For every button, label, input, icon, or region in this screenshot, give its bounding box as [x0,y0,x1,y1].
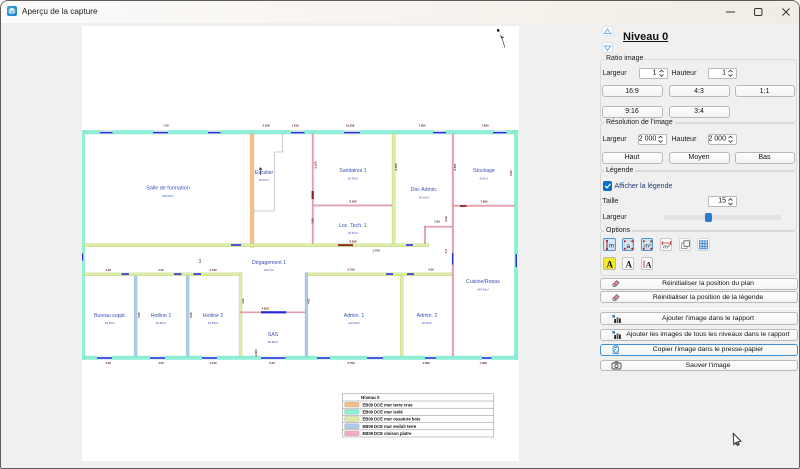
svg-text:1.9: 1.9 [444,249,448,253]
svg-text:148.33m²: 148.33m² [477,288,489,292]
svg-text:Sanitaires 1: Sanitaires 1 [339,168,367,174]
svg-text:1.84: 1.84 [434,220,440,224]
svg-text:63.25m²: 63.25m² [105,321,115,325]
svg-text:Admin. 2: Admin. 2 [417,313,438,319]
svg-text:5.758: 5.758 [348,268,355,272]
svg-text:7.498: 7.498 [480,361,487,365]
svg-text:4.479: 4.479 [210,361,217,365]
svg-text:8.050: 8.050 [394,163,398,170]
svg-text:a: a [626,243,630,250]
svg-text:8.05: 8.05 [137,312,141,318]
svg-text:Escalier: Escalier [255,170,274,176]
svg-text:68.85m²: 68.85m² [268,340,278,344]
svg-text:8.05: 8.05 [189,312,193,318]
svg-text:m²: m² [644,244,651,250]
svg-text:Hotline 2: Hotline 2 [203,313,224,319]
svg-text:8.163: 8.163 [314,161,318,168]
svg-text:4.479: 4.479 [210,268,217,272]
svg-text:8.051: 8.051 [453,163,457,170]
svg-text:4.49: 4.49 [105,268,111,272]
svg-text:Cuisine/Repas: Cuisine/Repas [466,279,500,285]
svg-text:4.53: 4.53 [158,268,164,272]
svg-text:5.758: 5.758 [348,361,355,365]
svg-text:8.258: 8.258 [350,200,357,204]
svg-text:92.15m²: 92.15m² [419,196,429,200]
svg-text:A: A [645,260,652,270]
svg-text:5.06: 5.06 [269,361,275,365]
svg-text:m²: m² [663,245,670,251]
svg-text:112.53m²: 112.53m² [348,321,360,325]
svg-text:SAS: SAS [268,332,279,338]
svg-text:EB09 DCE mur ossature bois: EB09 DCE mur ossature bois [363,417,422,422]
svg-text:1.0: 1.0 [198,259,202,263]
svg-text:2.818: 2.818 [263,124,270,128]
svg-text:4.53: 4.53 [158,361,164,365]
svg-text:4.963: 4.963 [254,349,258,356]
svg-text:7.660: 7.660 [482,124,489,128]
svg-text:208.04m²: 208.04m² [162,194,174,198]
svg-text:26.34m²: 26.34m² [259,178,269,182]
svg-text:4.06: 4.06 [428,268,434,272]
svg-text:90.39m²: 90.39m² [348,177,358,181]
svg-text:63.85m²: 63.85m² [156,321,166,325]
svg-text:4.569: 4.569 [423,361,430,365]
svg-text:m: m [609,244,614,250]
svg-text:4.818: 4.818 [262,307,269,311]
svg-text:1.98: 1.98 [311,218,315,224]
svg-text:Bureau suppl.: Bureau suppl. [94,313,126,319]
svg-text:4.01: 4.01 [307,298,311,304]
svg-text:Doc Admin.: Doc Admin. [411,187,438,193]
svg-text:Salle de formation: Salle de formation [146,186,189,192]
svg-text:2.12: 2.12 [444,216,448,222]
svg-text:Stockage: Stockage [473,168,495,174]
svg-text:EB09 DCE mur terre crue: EB09 DCE mur terre crue [363,402,414,407]
svg-text:29.61m²: 29.61m² [348,231,358,235]
svg-text:A: A [607,260,614,270]
svg-text:Loc. Tech. 1: Loc. Tech. 1 [339,223,367,229]
svg-text:8.258: 8.258 [350,240,357,244]
svg-text:EB09 DCE cloison platre: EB09 DCE cloison platre [363,431,413,436]
svg-text:10.258: 10.258 [346,124,355,128]
svg-text:EB09 DCE mur isolé: EB09 DCE mur isolé [363,410,404,415]
svg-text:1.618: 1.618 [292,124,299,128]
svg-text:Hotline 1: Hotline 1 [151,313,172,319]
svg-text:1.758: 1.758 [373,249,380,253]
svg-text:Admin. 1: Admin. 1 [344,313,365,319]
svg-text:84.05m²: 84.05m² [422,321,432,325]
svg-text:7.950: 7.950 [419,124,426,128]
svg-text:7.660: 7.660 [481,200,488,204]
svg-text:4.01: 4.01 [241,298,245,304]
svg-text:243.3m²: 243.3m² [264,268,274,272]
svg-text:EB09 DCE mur enduit terre: EB09 DCE mur enduit terre [363,424,417,429]
svg-text:7.50: 7.50 [163,124,169,128]
svg-text:8.05: 8.05 [509,170,513,176]
svg-text:Dégagement 1: Dégagement 1 [252,260,286,266]
svg-text:4.49: 4.49 [105,361,111,365]
svg-text:Niveau 0: Niveau 0 [361,395,380,400]
svg-text:64.53m²: 64.53m² [208,321,218,325]
svg-text:A: A [625,260,632,270]
svg-text:63.6m²: 63.6m² [480,177,489,181]
